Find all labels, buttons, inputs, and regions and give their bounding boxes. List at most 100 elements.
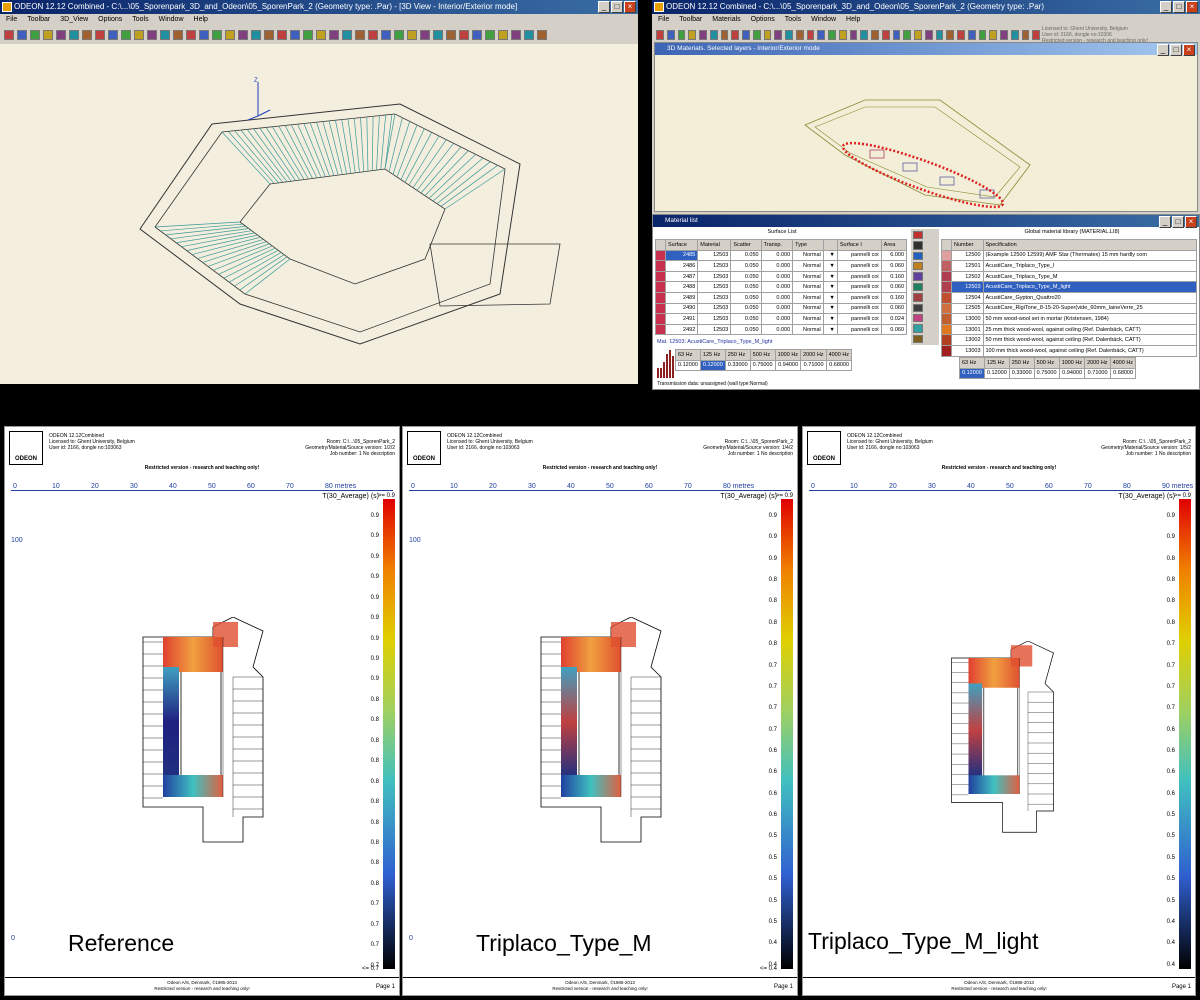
table-row[interactable]: 12505 AcustiCare_RigiTone_8-15-20-Super(v… bbox=[941, 302, 1197, 315]
toolbar-button-icon[interactable] bbox=[720, 30, 729, 40]
table-cell[interactable]: pannelli coi bbox=[836, 281, 882, 293]
table-cell[interactable]: 12503 bbox=[697, 323, 732, 336]
table-cell[interactable]: 2488 bbox=[664, 281, 699, 293]
table-cell[interactable]: AcustiCare_Triplaco_Type_M_light bbox=[982, 281, 1197, 293]
toolbar-button-icon[interactable] bbox=[957, 30, 965, 40]
table-cell[interactable]: pannelli coi bbox=[836, 260, 882, 272]
absorption-value[interactable]: 0.12000 bbox=[983, 367, 1010, 380]
table-cell[interactable]: 2490 bbox=[664, 302, 699, 315]
toolbar-button-icon[interactable] bbox=[817, 30, 825, 40]
absorption-value[interactable]: 0.12000 bbox=[675, 359, 701, 372]
table-cell[interactable]: 0.060 bbox=[880, 323, 908, 336]
maximize-button[interactable]: □ bbox=[1172, 216, 1184, 228]
table-cell[interactable]: pannelli coi bbox=[836, 291, 882, 304]
table-cell[interactable]: 0.000 bbox=[760, 291, 794, 304]
minimize-button[interactable]: _ bbox=[1160, 1, 1172, 13]
menu-help[interactable]: Help bbox=[846, 14, 860, 26]
toolbar-button-icon[interactable] bbox=[742, 30, 750, 40]
table-cell[interactable]: Normal bbox=[792, 260, 824, 272]
table-cell[interactable]: 100 mm thick wood-wool, against ceiling … bbox=[982, 344, 1197, 357]
table-cell[interactable]: 0.060 bbox=[880, 281, 908, 293]
table-cell[interactable]: pannelli coi bbox=[836, 313, 882, 325]
absorption-value[interactable]: 0.71000 bbox=[800, 359, 827, 372]
table-cell[interactable]: ▼ bbox=[822, 302, 838, 315]
toolbar-button-icon[interactable] bbox=[709, 30, 718, 40]
absorption-value[interactable]: 0.68000 bbox=[1109, 367, 1137, 380]
table-cell[interactable]: 12503 bbox=[697, 260, 732, 272]
toolbar-button-icon[interactable] bbox=[989, 30, 997, 40]
toolbar-button-icon[interactable] bbox=[892, 30, 901, 40]
close-button[interactable]: × bbox=[1185, 216, 1197, 228]
table-cell[interactable]: (Example 12500 12599) AMF Star (Thermate… bbox=[982, 249, 1197, 262]
toolbar-button-icon[interactable] bbox=[924, 30, 933, 40]
table-cell[interactable]: 0.050 bbox=[730, 291, 762, 304]
3d-materials-view[interactable] bbox=[655, 55, 1198, 212]
table-cell[interactable]: 50 mm wood-wool set in mortar (Kristense… bbox=[982, 313, 1197, 325]
table-cell[interactable]: 12503 bbox=[697, 313, 732, 325]
table-cell[interactable]: pannelli coi bbox=[836, 302, 882, 315]
menu-options[interactable]: Options bbox=[98, 14, 122, 26]
toolbar-button-icon[interactable] bbox=[511, 30, 521, 40]
toolbar-button-icon[interactable] bbox=[656, 30, 664, 40]
table-cell[interactable]: 2492 bbox=[664, 323, 699, 336]
table-cell[interactable]: 6.000 bbox=[880, 249, 908, 262]
toolbar-button-icon[interactable] bbox=[69, 30, 79, 40]
table-cell[interactable]: 0.050 bbox=[730, 270, 762, 283]
table-cell[interactable]: 12503 bbox=[697, 249, 732, 262]
toolbar-button-icon[interactable] bbox=[251, 30, 261, 40]
toolbar-button-icon[interactable] bbox=[967, 30, 976, 40]
toolbar-button-icon[interactable] bbox=[368, 30, 378, 40]
table-row[interactable]: 2488 12503 0.050 0.000 Normal ▼ pannelli coi 0.… bbox=[655, 281, 908, 293]
toolbar-button-icon[interactable] bbox=[4, 30, 14, 40]
table-cell[interactable]: pannelli coi bbox=[836, 323, 882, 336]
table-row[interactable]: 12500 (Example 12500 12599) AMF Star (The… bbox=[941, 249, 1197, 262]
table-cell[interactable]: ▼ bbox=[822, 281, 838, 293]
toolbar-button-icon[interactable] bbox=[277, 30, 287, 40]
material-tool-icon[interactable] bbox=[913, 313, 923, 323]
table-cell[interactable]: pannelli coi bbox=[836, 249, 882, 262]
table-row[interactable]: 13000 50 mm wood-wool set in mortar (Kris… bbox=[941, 313, 1197, 325]
toolbar-button-icon[interactable] bbox=[903, 30, 911, 40]
column-header[interactable] bbox=[822, 239, 838, 251]
table-row[interactable]: 12503 AcustiCare_Triplaco_Type_M_light bbox=[941, 281, 1197, 293]
window-titlebar[interactable]: ODEON 12.12 Combined - C:\...\05_Sporenp… bbox=[652, 0, 1200, 14]
table-cell[interactable]: ▼ bbox=[822, 323, 838, 336]
maximize-button[interactable]: □ bbox=[1173, 1, 1185, 13]
table-cell[interactable]: 0.000 bbox=[760, 260, 794, 272]
table-cell[interactable]: Normal bbox=[792, 302, 824, 315]
toolbar-button-icon[interactable] bbox=[1010, 30, 1019, 40]
table-cell[interactable]: ▼ bbox=[822, 249, 838, 262]
toolbar-button-icon[interactable] bbox=[871, 30, 879, 40]
menu-window[interactable]: Window bbox=[159, 14, 184, 26]
table-cell[interactable]: Normal bbox=[792, 249, 824, 262]
menu-tools[interactable]: Tools bbox=[132, 14, 148, 26]
table-cell[interactable]: 12505 bbox=[951, 302, 984, 315]
toolbar-button-icon[interactable] bbox=[774, 30, 782, 40]
minimize-button[interactable]: _ bbox=[598, 1, 610, 13]
absorption-value[interactable]: 0.33000 bbox=[724, 359, 751, 372]
toolbar-button-icon[interactable] bbox=[485, 30, 495, 40]
absorption-value[interactable]: 0.71000 bbox=[1084, 367, 1111, 380]
table-cell[interactable]: 0.060 bbox=[880, 260, 908, 272]
menu-help[interactable]: Help bbox=[194, 14, 208, 26]
toolbar-button-icon[interactable] bbox=[752, 30, 761, 40]
table-cell[interactable]: AcustiCare_Gypton_Quattro20 bbox=[982, 291, 1197, 304]
table-cell[interactable]: 0.000 bbox=[760, 302, 794, 315]
table-cell[interactable]: 0.000 bbox=[760, 281, 794, 293]
absorption-value[interactable]: 0.75000 bbox=[749, 359, 776, 372]
toolbar-button-icon[interactable] bbox=[731, 30, 739, 40]
menu-window[interactable]: Window bbox=[811, 14, 836, 26]
toolbar-button-icon[interactable] bbox=[1021, 30, 1030, 40]
table-cell[interactable]: 0.050 bbox=[730, 302, 762, 315]
toolbar-button-icon[interactable] bbox=[264, 30, 274, 40]
toolbar-button-icon[interactable] bbox=[935, 30, 944, 40]
table-cell[interactable]: 12504 bbox=[951, 291, 984, 304]
toolbar-button-icon[interactable] bbox=[677, 30, 686, 40]
toolbar-button-icon[interactable] bbox=[524, 30, 534, 40]
material-tool-icon[interactable] bbox=[913, 241, 923, 250]
toolbar-button-icon[interactable] bbox=[699, 30, 707, 40]
toolbar-button-icon[interactable] bbox=[446, 30, 456, 40]
toolbar-button-icon[interactable] bbox=[121, 30, 131, 40]
toolbar-button-icon[interactable] bbox=[849, 30, 858, 40]
subwindow-titlebar[interactable]: Material list _ □ × bbox=[653, 215, 1199, 228]
